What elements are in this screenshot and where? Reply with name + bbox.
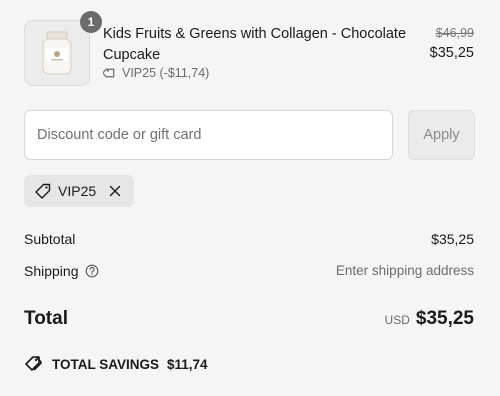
product-thumbnail: 1	[24, 11, 102, 86]
shipping-row: Shipping	[24, 263, 99, 279]
savings-label: TOTAL SAVINGS	[52, 356, 160, 372]
tag-icon	[103, 68, 115, 78]
product-discount-text: VIP25 (-$11,74)	[122, 66, 210, 80]
product-jar-icon	[42, 31, 72, 75]
apply-button[interactable]: Apply	[408, 110, 475, 160]
currency-code: USD	[384, 313, 410, 327]
savings-tag-icon	[25, 356, 42, 371]
order-summary: 1 Kids Fruits & Greens with Collagen - C…	[0, 0, 500, 396]
total-savings: TOTAL SAVINGS $11,74	[24, 355, 208, 373]
applied-code-chip: VIP25	[24, 175, 135, 207]
savings-value: $11,74	[167, 356, 208, 372]
subtotal-label: Subtotal	[24, 231, 76, 247]
help-icon[interactable]	[85, 264, 99, 278]
total-amount: USD $35,25	[385, 308, 474, 330]
original-price: $46,99	[435, 26, 474, 40]
product-price: $35,25	[429, 45, 474, 61]
subtotal-value: $35,25	[431, 231, 474, 247]
total-value: $35,25	[415, 308, 474, 329]
quantity-badge: 1	[80, 11, 102, 33]
product-title: Kids Fruits & Greens with Collagen - Cho…	[103, 26, 407, 63]
discount-code-input[interactable]	[24, 110, 393, 160]
total-label: Total	[24, 308, 68, 329]
shipping-value: Enter shipping address	[335, 263, 474, 278]
close-icon	[109, 185, 121, 197]
remove-code-button[interactable]	[106, 182, 124, 200]
product-image	[24, 20, 90, 86]
shipping-label: Shipping	[24, 263, 79, 279]
product-discount: VIP25 (-$11,74)	[103, 66, 209, 80]
tag-icon	[35, 183, 51, 199]
applied-code-label: VIP25	[58, 183, 97, 199]
